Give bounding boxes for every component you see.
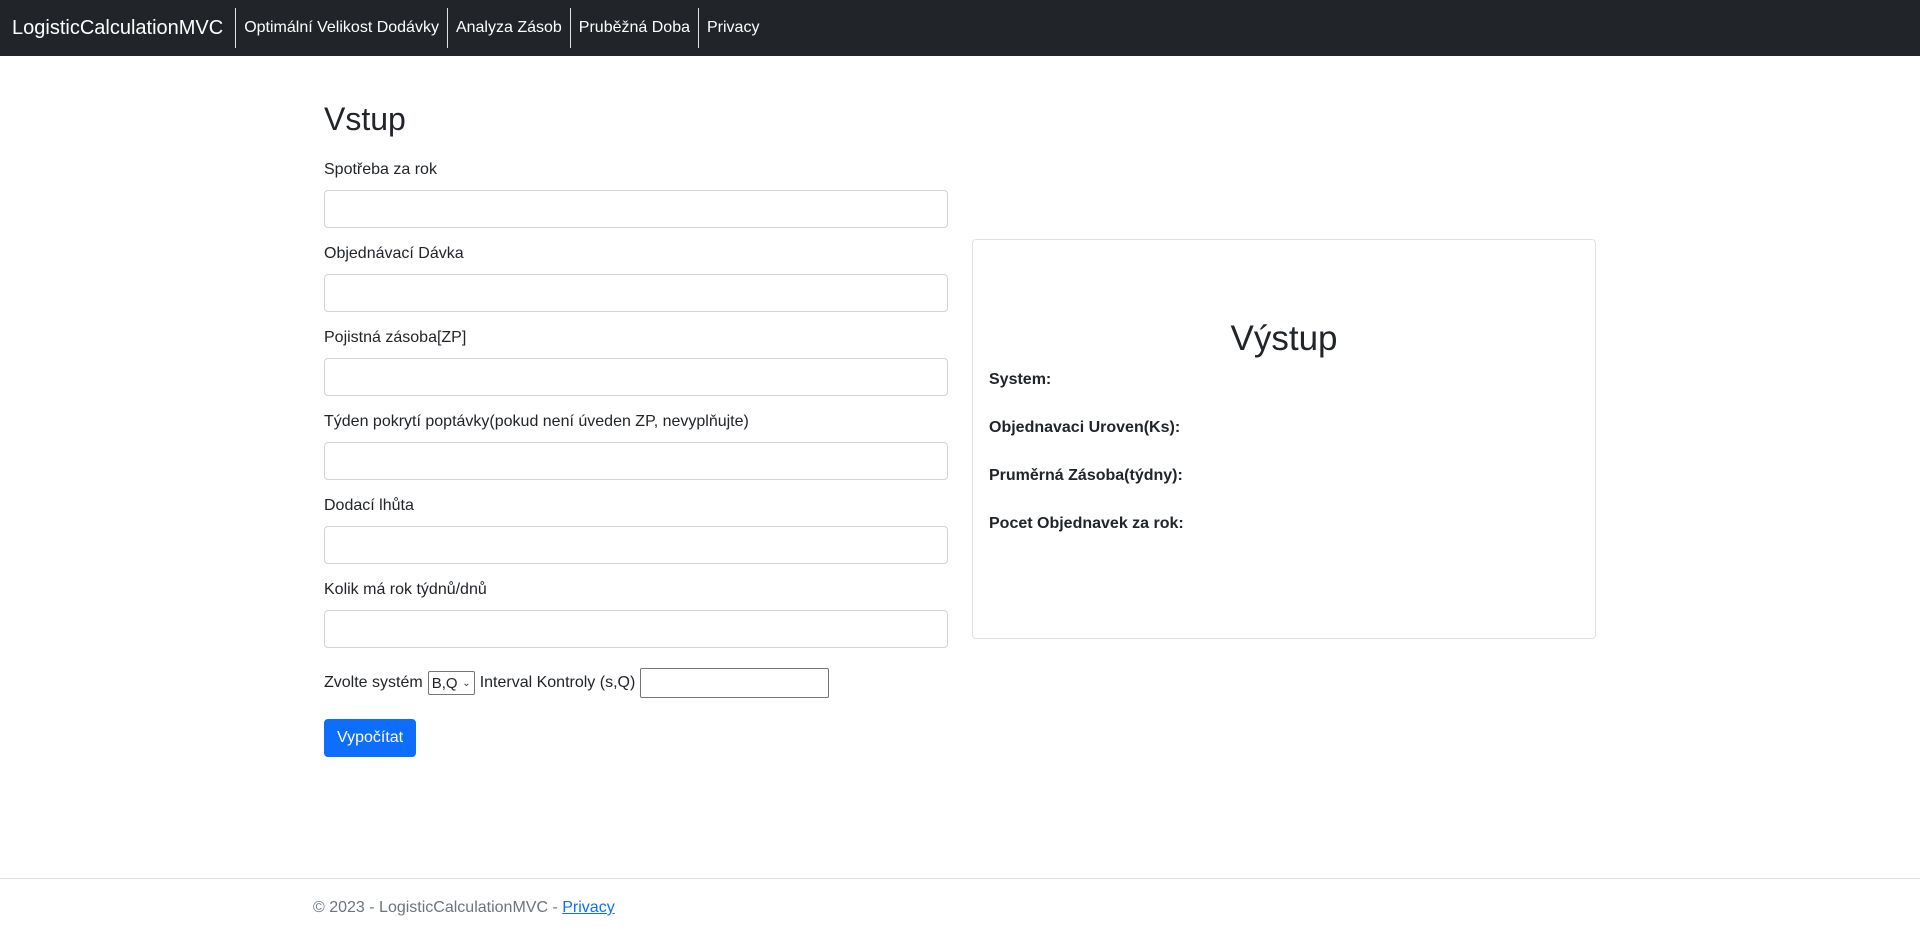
system-select-value: B,Q (431, 674, 458, 692)
interval-input[interactable] (640, 668, 830, 699)
output-avg-stock-label: Pruměrná Zásoba(týdny): (989, 467, 1183, 484)
footer-text: © 2023 - LogisticCalculationMVC - Privac… (313, 899, 615, 917)
calculate-button[interactable]: Vypočítat (324, 719, 417, 758)
system-label: Zvolte systém (324, 674, 423, 692)
input-form: Vstup Spotřeba za rok Objednávací Dávka … (324, 100, 949, 758)
top-navbar: LogisticCalculationMVC Optimální Velikos… (0, 0, 1920, 56)
demand-coverage-week-label: Týden pokrytí poptávky(pokud není úveden… (324, 413, 749, 431)
safety-stock-input[interactable] (324, 358, 948, 397)
chevron-down-icon: ⌄ (462, 677, 471, 689)
annual-consumption-label: Spotřeba za rok (324, 161, 437, 179)
interval-label: Interval Kontroly (s,Q) (479, 674, 636, 692)
footer-copyright: © 2023 - LogisticCalculationMVC - (313, 899, 563, 916)
order-batch-input[interactable] (324, 274, 948, 313)
nav-link-lead-time[interactable]: Pruběžná Doba (569, 8, 698, 48)
system-select[interactable]: B,Q ⌄ (427, 671, 475, 696)
brand-link[interactable]: LogisticCalculationMVC (12, 17, 223, 40)
output-system-label: System: (989, 371, 1052, 388)
annual-consumption-input[interactable] (324, 190, 948, 229)
annual-consumption-group: Spotřeba za rok (324, 158, 949, 229)
system-row: Zvolte systém B,Q ⌄ Interval Kontroly (s… (324, 668, 949, 699)
order-batch-label: Objednávací Dávka (324, 245, 464, 263)
demand-coverage-week-input[interactable] (324, 442, 948, 481)
footer-privacy-link[interactable]: Privacy (562, 899, 614, 916)
weeks-per-year-group: Kolik má rok týdnů/dnů (324, 578, 949, 649)
output-order-level-label: Objednavaci Uroven(Ks): (989, 419, 1181, 436)
nav-link-privacy[interactable]: Privacy (697, 8, 767, 48)
delivery-time-input[interactable] (324, 526, 948, 565)
weeks-per-year-input[interactable] (324, 610, 948, 649)
delivery-time-label: Dodací lhůta (324, 497, 414, 515)
output-card: Výstup System: Objednavaci Uroven(Ks): P… (972, 239, 1596, 639)
nav-link-optimal-delivery-size[interactable]: Optimální Velikost Dodávky (235, 8, 447, 48)
safety-stock-label: Pojistná zásoba[ZP] (324, 329, 467, 347)
page-footer: © 2023 - LogisticCalculationMVC - Privac… (0, 878, 1920, 939)
input-title: Vstup (324, 101, 406, 137)
output-title: Výstup (1230, 319, 1338, 358)
weeks-per-year-label: Kolik má rok týdnů/dnů (324, 581, 487, 599)
nav-link-stock-analysis[interactable]: Analyza Zásob (446, 8, 570, 48)
output-orders-per-year-label: Pocet Objednavek za rok: (989, 515, 1184, 532)
order-batch-group: Objednávací Dávka (324, 242, 949, 313)
safety-stock-group: Pojistná zásoba[ZP] (324, 326, 949, 397)
delivery-time-group: Dodací lhůta (324, 494, 949, 565)
demand-coverage-week-group: Týden pokrytí poptávky(pokud není úveden… (324, 410, 949, 481)
